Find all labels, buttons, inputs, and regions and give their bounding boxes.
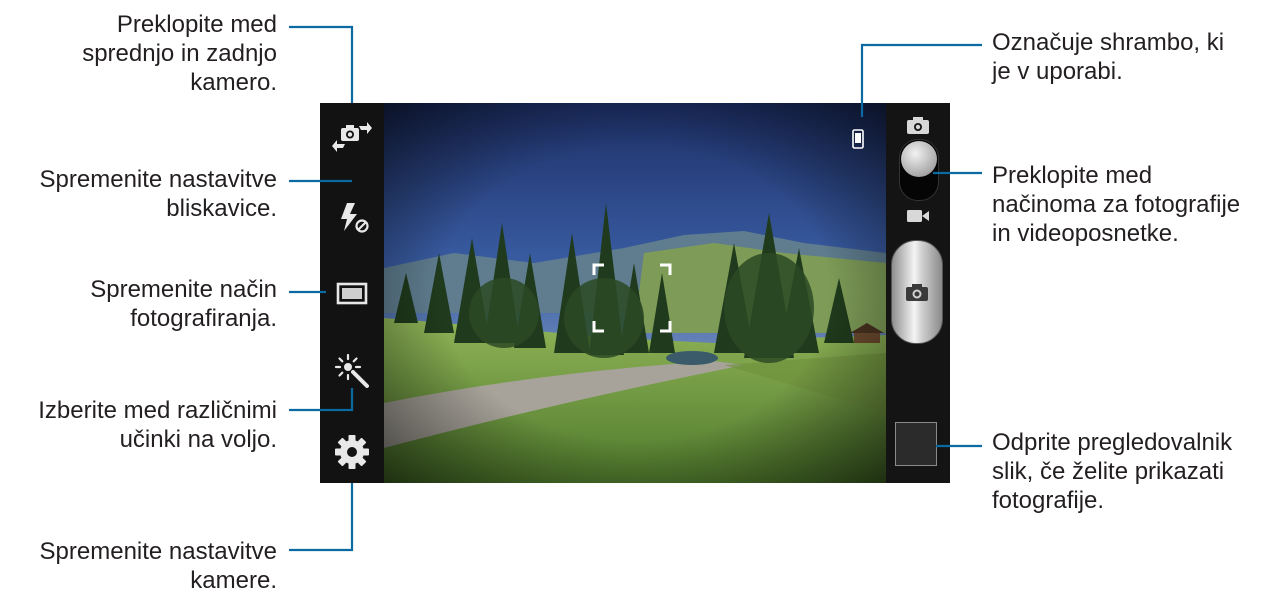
shutter-button[interactable] xyxy=(891,240,943,344)
callout-flash: Spremenite nastavitve bliskavice. xyxy=(40,165,277,223)
camera-screen xyxy=(320,103,950,483)
photo-camera-icon xyxy=(907,117,929,134)
callout-line: Preklopite med xyxy=(992,162,1153,189)
video-camera-icon xyxy=(907,210,929,222)
callout-shooting-mode: Spremenite način fotografiranja. xyxy=(90,275,277,333)
camera-switch-icon xyxy=(332,122,372,152)
callout-line: načinoma za fotografije xyxy=(992,191,1241,218)
callout-line: Spremenite nastavitve xyxy=(39,538,277,565)
callout-line: fotografiranja. xyxy=(130,305,277,332)
focus-frame-icon xyxy=(592,263,672,333)
toggle-knob[interactable] xyxy=(901,141,937,177)
callout-line: in videoposnetke. xyxy=(992,220,1179,247)
callout-switch-camera: Preklopite med sprednjo in zadnjo kamero… xyxy=(82,10,277,97)
gear-icon xyxy=(335,435,369,469)
callout-line: učinki na voljo. xyxy=(119,426,277,453)
callout-line: kamero. xyxy=(190,69,277,96)
flash-off-icon xyxy=(341,203,369,233)
callout-storage: Označuje shrambo, ki je v uporabi. xyxy=(992,28,1224,86)
callout-line: je v uporabi. xyxy=(992,58,1123,85)
photo-video-toggle[interactable] xyxy=(899,139,939,201)
callout-settings: Spremenite nastavitve kamere. xyxy=(40,537,277,595)
settings-button[interactable] xyxy=(328,428,376,476)
callout-line: kamere. xyxy=(190,567,277,594)
callout-effects: Izberite med različnimi učinki na voljo. xyxy=(38,396,277,454)
callout-line: Preklopite med xyxy=(116,11,277,38)
phone-storage-icon xyxy=(852,129,864,149)
viewfinder[interactable] xyxy=(384,103,886,483)
callout-mode-switch: Preklopite med načinoma za fotografije i… xyxy=(992,161,1240,248)
flash-button[interactable] xyxy=(328,193,376,241)
callout-line: Odprite pregledovalnik xyxy=(992,429,1233,456)
shutter-camera-icon xyxy=(906,284,928,301)
gallery-thumbnail-button[interactable] xyxy=(895,422,937,466)
callout-line: fotografije. xyxy=(992,487,1105,514)
callout-line: Spremenite nastavitve xyxy=(39,166,277,193)
callout-line: sprednjo in zadnjo xyxy=(82,40,277,67)
leader-line-switch-camera xyxy=(289,25,354,103)
switch-camera-button[interactable] xyxy=(328,111,376,159)
leader-line-settings xyxy=(289,483,354,552)
callout-line: slik, če želite prikazati xyxy=(992,458,1225,485)
callout-gallery: Odprite pregledovalnik slik, če želite p… xyxy=(992,428,1232,515)
effects-wand-icon xyxy=(334,353,369,388)
shooting-mode-button[interactable] xyxy=(328,269,376,317)
callout-line: Označuje shrambo, ki xyxy=(992,29,1225,56)
shooting-mode-icon xyxy=(336,282,368,305)
callout-line: Izberite med različnimi xyxy=(38,397,277,424)
left-toolbar xyxy=(320,103,384,483)
right-toolbar xyxy=(886,103,950,483)
callout-line: Spremenite način xyxy=(90,276,277,303)
callout-line: bliskavice. xyxy=(166,195,277,222)
effects-button[interactable] xyxy=(328,347,376,395)
